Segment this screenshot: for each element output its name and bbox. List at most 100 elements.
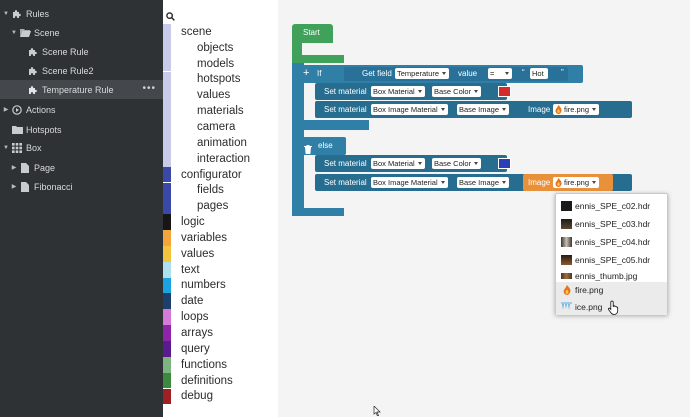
material-dropdown[interactable]: Box Image Material — [371, 104, 448, 115]
image-label: Image — [528, 178, 551, 187]
set-material-image-block[interactable]: Set material Box Image Material Base Ima… — [315, 174, 632, 191]
property-dropdown[interactable]: Base Color — [432, 86, 482, 97]
toolbox-category-debug[interactable]: debug — [163, 388, 278, 405]
caret-down-icon[interactable]: ▼ — [2, 145, 10, 151]
else-block-header[interactable]: else — [292, 137, 346, 155]
toolbox-category-numbers[interactable]: numbers — [163, 277, 278, 294]
tree-item-page[interactable]: ▶ Page — [0, 158, 163, 177]
image-dropdown[interactable]: fire.png — [553, 104, 600, 115]
material-dropdown[interactable]: Box Image Material — [371, 177, 448, 188]
toolbox-category-loops[interactable]: loops — [163, 309, 278, 326]
toolbox-category-materials[interactable]: materials — [163, 103, 278, 120]
category-color-swatch — [163, 39, 171, 56]
category-label: animation — [197, 136, 247, 149]
tree-item-box[interactable]: ▼ Box — [0, 138, 163, 157]
image-dropdown-open[interactable]: fire.png — [553, 177, 600, 188]
tree-item-label: Page — [34, 162, 56, 173]
hdr-thumbnail-icon — [561, 218, 572, 229]
tree-item-rules[interactable]: ▼ Rules — [0, 4, 163, 23]
toolbox-category-logic[interactable]: logic — [163, 214, 278, 230]
tree-item-label: Rules — [26, 8, 50, 19]
menu-item-ennis-spe-c05[interactable]: ennis_SPE_c05.hdr — [556, 251, 667, 268]
set-material-image-block[interactable]: Set material Box Image Material Base Ima… — [315, 101, 632, 118]
play-circle-icon — [11, 104, 23, 115]
tree-item-label: Scene Rule2 — [42, 65, 94, 76]
more-options-icon[interactable]: ••• — [142, 83, 156, 94]
ice-icon — [561, 302, 572, 311]
toolbox-category-models[interactable]: models — [163, 55, 278, 72]
category-color-swatch — [163, 230, 171, 246]
tree-item-fibonacci[interactable]: ▶ Fibonacci — [0, 177, 163, 196]
toolbox-category-values[interactable]: values — [163, 245, 278, 262]
toolbox-category-query[interactable]: query — [163, 341, 278, 357]
operator-dropdown[interactable]: = — [488, 68, 512, 79]
toolbox-category-date[interactable]: date — [163, 293, 278, 310]
tree-item-hotspots[interactable]: Hotspots — [0, 120, 163, 139]
toolbox-category-definitions[interactable]: definitions — [163, 372, 278, 389]
category-label: debug — [181, 390, 213, 403]
caret-down-icon[interactable]: ▼ — [2, 11, 10, 17]
trash-icon[interactable] — [304, 141, 312, 159]
set-material-color-block[interactable]: Set material Box Material Base Color — [315, 83, 511, 100]
toolbox-category-text[interactable]: text — [163, 261, 278, 278]
caret-down-icon[interactable]: ▼ — [10, 30, 18, 36]
caret-right-icon[interactable]: ▶ — [10, 164, 18, 171]
tree-item-label: Scene Rule — [42, 46, 89, 57]
category-color-swatch — [163, 71, 171, 88]
set-material-label: Set material — [324, 87, 367, 96]
menu-item-fire[interactable]: fire.png — [556, 282, 667, 298]
hdr-thumbnail-icon — [561, 200, 572, 211]
toolbox-category-arrays[interactable]: arrays — [163, 325, 278, 341]
menu-item-ennis-spe-c03[interactable]: ennis_SPE_c03.hdr — [556, 215, 667, 232]
puzzle-icon — [27, 85, 39, 95]
menu-item-label: ice.png — [575, 301, 603, 312]
color-swatch-blue[interactable] — [498, 158, 511, 169]
toolbox-category-hotspots[interactable]: hotspots — [163, 71, 278, 88]
material-dropdown[interactable]: Box Material — [371, 86, 425, 97]
tree-item-scene-rule[interactable]: Scene Rule — [0, 42, 163, 61]
toolbox-category-objects[interactable]: objects — [163, 39, 278, 56]
tree-item-actions[interactable]: ▶ Actions — [0, 100, 163, 119]
material-dropdown[interactable]: Box Material — [371, 158, 425, 169]
category-color-swatch — [163, 356, 171, 373]
toolbox-category-functions[interactable]: functions — [163, 356, 278, 373]
category-color-swatch — [163, 150, 171, 167]
tree-item-temperature-rule[interactable]: Temperature Rule ••• — [0, 80, 163, 99]
toolbox-category-pages[interactable]: pages — [163, 198, 278, 215]
toolbox-category-fields[interactable]: fields — [163, 182, 278, 199]
tree-item-label: Scene — [34, 27, 60, 38]
toolbox-category-scene[interactable]: scene — [163, 24, 278, 40]
if-block-header[interactable]: + If Get field Temperature value = “ Hot… — [292, 65, 583, 83]
toolbox-category-interaction[interactable]: interaction — [163, 150, 278, 167]
category-label: interaction — [197, 152, 251, 165]
toolbox-category-animation[interactable]: animation — [163, 134, 278, 151]
property-dropdown[interactable]: Base Image — [457, 104, 510, 115]
hot-text-input[interactable]: Hot — [530, 68, 548, 79]
toolbox-category-configurator[interactable]: configurator — [163, 166, 278, 183]
hand-cursor-icon — [608, 300, 620, 320]
field-name-dropdown[interactable]: Temperature — [395, 68, 450, 79]
category-label: date — [181, 295, 204, 308]
caret-right-icon[interactable]: ▶ — [2, 106, 10, 113]
folder-icon — [11, 125, 23, 135]
toolbox-category-variables[interactable]: variables — [163, 230, 278, 246]
hdr-thumbnail-icon — [561, 236, 572, 247]
menu-item-ennis-spe-c02[interactable]: ennis_SPE_c02.hdr — [556, 197, 667, 214]
category-label: materials — [197, 105, 244, 118]
property-dropdown[interactable]: Base Image — [457, 177, 510, 188]
tree-item-scene-rule2[interactable]: Scene Rule2 — [0, 61, 163, 80]
blockly-toolbox: scene objects models hotspots values material… — [163, 0, 278, 417]
category-color-swatch — [163, 182, 171, 199]
add-condition-icon[interactable]: + — [303, 67, 309, 79]
property-dropdown[interactable]: Base Color — [432, 158, 482, 169]
set-material-color-block[interactable]: Set material Box Material Base Color — [315, 155, 511, 172]
caret-right-icon[interactable]: ▶ — [10, 183, 18, 190]
folder-open-icon — [19, 28, 31, 38]
tree-item-scene[interactable]: ▼ Scene — [0, 23, 163, 42]
toolbox-category-camera[interactable]: camera — [163, 119, 278, 135]
image-dropdown-menu: ennis_SPE_c02.hdr ennis_SPE_c03.hdr enni… — [555, 193, 668, 315]
start-block[interactable]: Start — [292, 24, 333, 43]
menu-item-ennis-spe-c04[interactable]: ennis_SPE_c04.hdr — [556, 233, 667, 250]
toolbox-category-values[interactable]: values — [163, 87, 278, 104]
color-swatch-red[interactable] — [498, 86, 511, 97]
